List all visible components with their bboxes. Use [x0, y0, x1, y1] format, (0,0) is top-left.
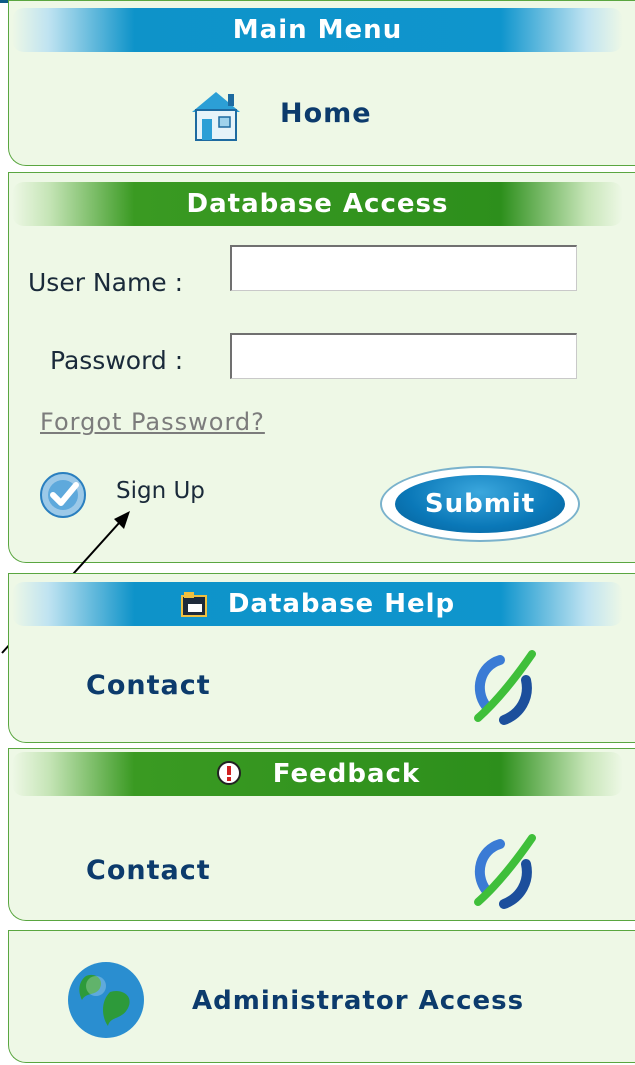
submit-label: Submit [395, 475, 565, 533]
database-help-header: Database Help [12, 582, 623, 626]
admin-access-label: Administrator Access [192, 986, 525, 1016]
swirl-icon[interactable] [470, 834, 550, 910]
feedback-title: Feedback [272, 759, 421, 789]
database-access-title: Database Access [186, 189, 449, 219]
folder-icon [180, 592, 207, 617]
forgot-password-link[interactable]: Forgot Password? [40, 408, 265, 436]
help-contact-link[interactable]: Contact [86, 670, 211, 701]
database-help-title: Database Help [227, 589, 456, 619]
home-label: Home [280, 98, 372, 129]
password-input[interactable] [230, 333, 577, 379]
main-menu-title: Main Menu [232, 15, 403, 45]
home-link[interactable]: Home [186, 86, 396, 146]
password-label: Password : [50, 346, 184, 375]
main-menu-header: Main Menu [12, 8, 623, 52]
username-label: User Name : [28, 268, 184, 297]
feedback-header: Feedback [12, 752, 623, 796]
alert-icon [216, 761, 241, 785]
swirl-icon[interactable] [470, 650, 550, 726]
globe-icon [68, 962, 144, 1038]
admin-access-link[interactable]: Administrator Access [64, 958, 584, 1048]
submit-button[interactable]: Submit [380, 466, 580, 542]
home-icon [192, 92, 240, 141]
feedback-contact-link[interactable]: Contact [86, 855, 211, 886]
sign-up-label: Sign Up [116, 478, 205, 504]
database-access-header: Database Access [12, 182, 623, 226]
username-input[interactable] [230, 245, 577, 291]
